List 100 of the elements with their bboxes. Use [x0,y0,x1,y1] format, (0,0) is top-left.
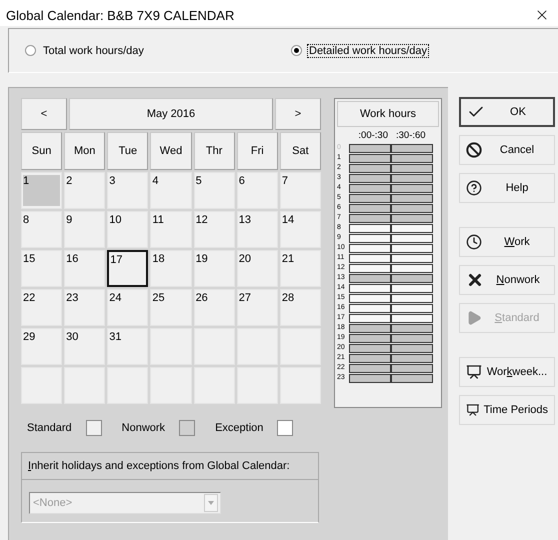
day-cell[interactable]: 3 [107,172,148,209]
half-hour-cell[interactable] [391,214,433,222]
half-hour-cell[interactable] [349,194,391,202]
half-hour-cell[interactable] [391,304,433,312]
half-hour-cell[interactable] [391,204,433,212]
day-cell[interactable]: 15 [21,250,62,287]
half-hour-cell[interactable] [349,324,391,332]
half-hour-cell[interactable] [391,284,433,292]
half-hour-cell[interactable] [349,284,391,292]
next-month-button[interactable]: > [275,98,321,130]
day-cell[interactable]: 8 [21,211,62,248]
day-cell[interactable]: 18 [150,250,192,287]
day-cell[interactable]: 27 [236,289,278,326]
day-cell[interactable]: 5 [194,172,235,209]
half-hour-cell[interactable] [391,314,433,322]
half-hour-cell[interactable] [349,204,391,212]
day-cell[interactable]: 26 [194,289,235,326]
half-hour-cell[interactable] [349,244,391,252]
half-hour-cell[interactable] [349,224,391,232]
dialog-button[interactable]: Work [459,227,555,257]
day-cell[interactable]: 7 [280,172,321,209]
half-hour-cell[interactable] [391,164,433,172]
half-hour-cell[interactable] [349,364,391,372]
half-hour-cell[interactable] [349,334,391,342]
half-hour-cell[interactable] [391,144,433,152]
dialog-button[interactable]: OK [459,97,555,127]
dialog-button[interactable]: Cancel [459,135,555,165]
day-cell[interactable]: 31 [107,328,148,365]
day-cell[interactable]: 4 [150,172,192,209]
day-number: 2 [66,175,74,187]
half-hour-cell[interactable] [391,324,433,332]
half-hour-cell[interactable] [349,144,391,152]
half-hour-cell[interactable] [349,174,391,182]
day-cell[interactable]: 10 [107,211,148,248]
half-hour-cell[interactable] [391,364,433,372]
half-hour-cell[interactable] [391,234,433,242]
day-number: 12 [196,214,209,226]
weekday-header[interactable]: Fri [236,132,278,170]
half-hour-cell[interactable] [349,354,391,362]
day-cell[interactable]: 21 [280,250,321,287]
half-hour-cell[interactable] [391,334,433,342]
weekday-header[interactable]: Wed [150,132,192,170]
dialog-button[interactable]: Nonwork [459,265,555,295]
half-hour-cell[interactable] [391,224,433,232]
day-cell[interactable]: 20 [236,250,278,287]
half-hour-cell[interactable] [391,184,433,192]
half-hour-cell[interactable] [391,274,433,282]
half-hour-cell[interactable] [391,344,433,352]
day-cell[interactable]: 9 [64,211,106,248]
half-hour-cell[interactable] [349,374,391,382]
weekday-header[interactable]: Tue [107,132,148,170]
half-hour-cell[interactable] [349,234,391,242]
day-cell[interactable]: 29 [21,328,62,365]
weekday-header[interactable]: Sat [280,132,321,170]
half-hour-cell[interactable] [349,154,391,162]
day-cell[interactable]: 16 [64,250,106,287]
half-hour-cell[interactable] [391,294,433,302]
half-hour-cell[interactable] [391,254,433,262]
half-hour-cell[interactable] [391,194,433,202]
dialog-button[interactable]: Time Periods [459,395,555,425]
half-hour-cell[interactable] [391,264,433,272]
weekday-header[interactable]: Thr [194,132,235,170]
half-hour-cell[interactable] [349,294,391,302]
half-hour-cell[interactable] [349,274,391,282]
half-hour-cell[interactable] [391,354,433,362]
day-cell[interactable]: 19 [194,250,235,287]
screen-icon [466,364,482,380]
day-cell[interactable]: 6 [236,172,278,209]
previous-month-button[interactable]: < [21,98,67,130]
day-cell[interactable]: 24 [107,289,148,326]
day-cell[interactable]: 14 [280,211,321,248]
dialog-button[interactable]: Workweek... [459,357,555,387]
radio-button[interactable] [291,45,302,56]
day-cell[interactable]: 13 [236,211,278,248]
day-cell[interactable]: 30 [64,328,106,365]
half-hour-cell[interactable] [349,314,391,322]
day-cell[interactable]: 17 [107,250,148,287]
half-hour-cell[interactable] [391,374,433,382]
half-hour-cell[interactable] [391,154,433,162]
day-cell[interactable]: 22 [21,289,62,326]
weekday-header[interactable]: Sun [21,132,62,170]
half-hour-cell[interactable] [349,264,391,272]
dialog-button[interactable]: Help [459,173,555,203]
day-cell[interactable]: 28 [280,289,321,326]
day-cell[interactable]: 23 [64,289,106,326]
day-cell[interactable]: 2 [64,172,106,209]
day-cell[interactable]: 11 [150,211,192,248]
radio-label: Detailed work hours/day [307,44,430,58]
weekday-header[interactable]: Mon [64,132,106,170]
half-hour-cell[interactable] [349,344,391,352]
day-cell[interactable]: 12 [194,211,235,248]
half-hour-cell[interactable] [349,304,391,312]
half-hour-cell[interactable] [349,254,391,262]
half-hour-cell[interactable] [391,174,433,182]
half-hour-cell[interactable] [349,164,391,172]
day-cell[interactable]: 25 [150,289,192,326]
half-hour-cell[interactable] [349,184,391,192]
half-hour-cell[interactable] [349,214,391,222]
radio-button[interactable] [25,45,36,56]
half-hour-cell[interactable] [391,244,433,252]
